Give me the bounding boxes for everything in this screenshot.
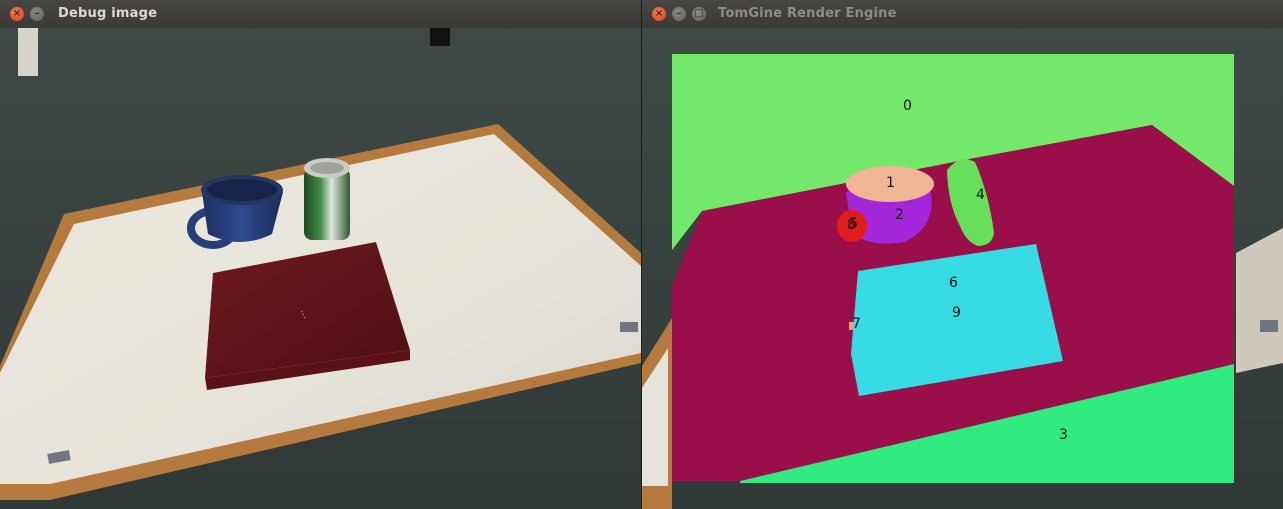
soda-can xyxy=(304,158,350,240)
camera-image: ··· xyxy=(0,28,641,509)
segment-label-6: 6 xyxy=(949,275,958,291)
title-bar: × – Debug image xyxy=(0,0,641,29)
close-icon[interactable]: × xyxy=(10,7,24,21)
segment-label-0: 0 xyxy=(903,98,912,114)
segment-label-9: 9 xyxy=(952,305,961,321)
segment-label-1: 1 xyxy=(886,175,895,191)
segment-label-8: 8 xyxy=(847,217,856,233)
minimize-icon[interactable]: – xyxy=(30,7,44,21)
maximize-icon[interactable]: □ xyxy=(692,7,706,21)
window-title: Debug image xyxy=(58,6,158,21)
segment-label-4: 4 xyxy=(976,187,985,203)
segment-label-2: 2 xyxy=(895,207,904,223)
minimize-icon[interactable]: – xyxy=(672,7,686,21)
whiteboard-surface xyxy=(1236,228,1283,373)
segmentation-render: 0 1 2 3 4 5 6 7 8 9 xyxy=(642,28,1283,509)
board-clamp xyxy=(620,322,638,332)
window-title: TomGine Render Engine xyxy=(718,6,897,21)
close-icon[interactable]: × xyxy=(652,7,666,21)
background-furniture xyxy=(18,28,38,76)
segment-label-3: 3 xyxy=(1059,427,1068,443)
background-furniture xyxy=(430,28,450,46)
board-clamp xyxy=(1260,320,1278,332)
render-engine-window: × – □ TomGine Render Engine 0 1 2 3 4 5 … xyxy=(642,0,1283,509)
segment-label-7: 7 xyxy=(852,316,861,332)
debug-image-window: × – Debug image ··· xyxy=(0,0,641,509)
title-bar: × – □ TomGine Render Engine xyxy=(642,0,1283,29)
